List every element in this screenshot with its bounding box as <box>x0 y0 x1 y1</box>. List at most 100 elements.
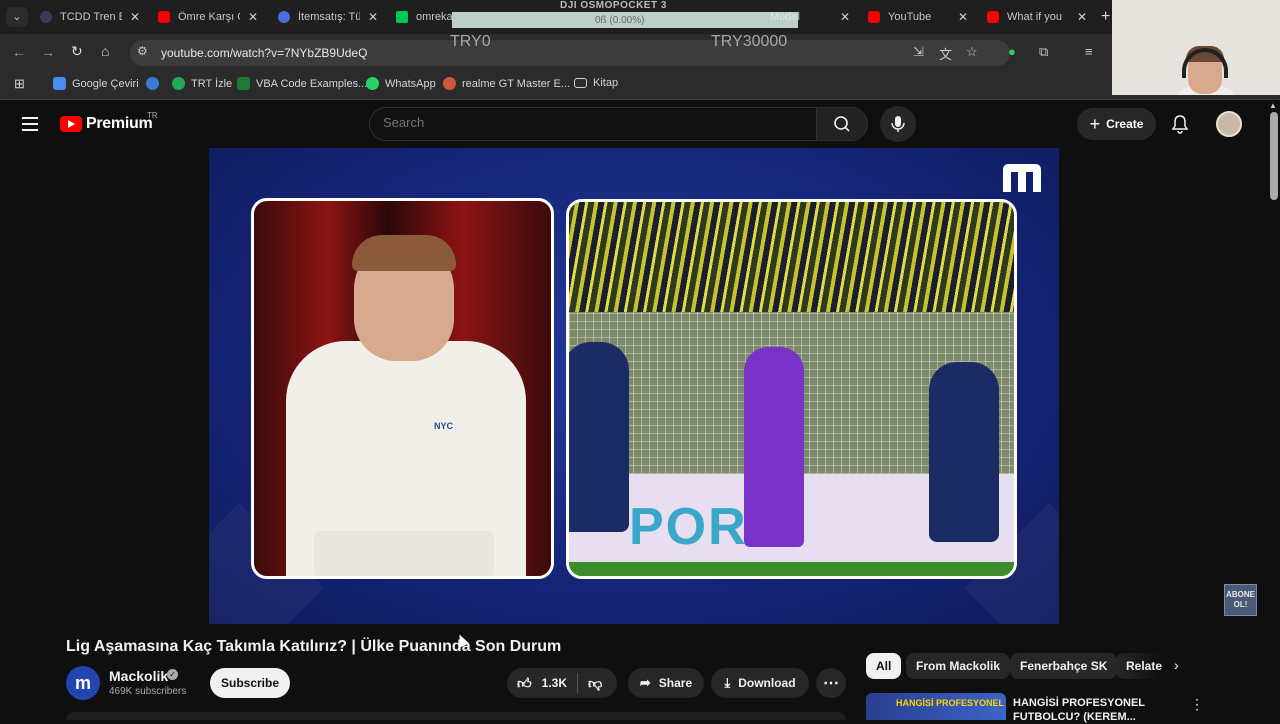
mic-icon <box>891 116 905 132</box>
chip-all[interactable]: All <box>866 653 902 679</box>
footballer-right <box>929 362 999 542</box>
close-icon[interactable]: ✕ <box>1077 10 1087 24</box>
chip-fenerbahce[interactable]: Fenerbahçe SK <box>1010 653 1118 679</box>
site-info-icon[interactable]: ⚙ <box>137 44 148 58</box>
scrollbar-thumb[interactable] <box>1270 112 1278 200</box>
recording-progress-text: 0ß (0.00%) <box>595 15 645 26</box>
install-icon[interactable]: ⇲ <box>913 44 924 60</box>
verified-icon: ✓ <box>167 669 178 680</box>
chip-from-mackolik[interactable]: From Mackolik <box>906 653 1011 679</box>
like-count[interactable]: 1.3K <box>542 676 567 690</box>
link-icon <box>146 77 159 90</box>
tab-omreka[interactable]: omreka <box>396 6 456 28</box>
channel-avatar[interactable]: m <box>66 666 100 700</box>
more-horizontal-icon: ⋯ <box>823 675 839 692</box>
folder-icon <box>574 78 587 88</box>
channel-name[interactable]: Mackolik <box>109 668 168 684</box>
reload-icon[interactable]: ↻ <box>71 43 83 60</box>
menu-icon[interactable] <box>22 117 38 135</box>
bookmark-whatsapp[interactable]: WhatsApp <box>366 77 436 90</box>
youtube-play-icon <box>60 116 82 132</box>
reading-list-icon[interactable]: ≡ <box>1085 44 1093 59</box>
back-icon[interactable]: ← <box>12 44 26 60</box>
create-button[interactable]: + Create <box>1077 108 1156 140</box>
thumbnail-text: HANGİSİ PROFESYONEL <box>896 698 1005 708</box>
bookmark-kitap[interactable]: Kitap <box>574 77 618 89</box>
dislike-icon[interactable]: 👎︎ <box>588 675 602 692</box>
scroll-up-icon[interactable]: ▲ <box>1269 101 1277 110</box>
country-code: TR <box>147 111 158 120</box>
subscribe-overlay-badge[interactable]: ABONE OL! <box>1224 584 1257 616</box>
youtube-logo[interactable]: Premium <box>60 115 153 133</box>
bookmark-link[interactable] <box>146 77 165 90</box>
k-icon <box>396 11 408 23</box>
subscribe-button[interactable]: Subscribe <box>210 668 290 698</box>
shirt-logo: NYC <box>434 421 454 431</box>
close-icon[interactable]: ✕ <box>248 10 258 24</box>
share-icon: ➦ <box>639 675 651 690</box>
host-papers <box>314 531 494 576</box>
close-icon[interactable]: ✕ <box>368 10 378 24</box>
youtube-icon <box>868 11 880 23</box>
bookmark-trt[interactable]: TRT İzle <box>172 77 232 90</box>
like-icon[interactable]: 👍︎ <box>517 675 532 692</box>
translate-icon[interactable]: 文 <box>939 44 952 63</box>
realme-icon <box>443 77 456 90</box>
tab-itemsatis[interactable]: İtemsatış: Tü ✕ <box>278 6 378 28</box>
close-icon[interactable]: ✕ <box>840 10 850 24</box>
recommended-thumbnail[interactable]: HANGİSİ PROFESYONEL <box>866 693 1006 720</box>
more-actions-button[interactable]: ⋯ <box>816 668 846 698</box>
bookmark-vba[interactable]: VBA Code Examples... <box>237 77 367 90</box>
search-input[interactable] <box>383 115 803 130</box>
star-icon[interactable]: ☆ <box>966 44 978 60</box>
bookmark-google-ceviri[interactable]: Google Çeviri <box>53 77 139 90</box>
search-icon <box>834 116 850 132</box>
trt-icon <box>172 77 185 90</box>
account-avatar[interactable] <box>1216 111 1242 137</box>
tab-omre[interactable]: Ömre Karşı C ✕ <box>158 6 258 28</box>
forward-icon[interactable]: → <box>41 44 55 60</box>
close-icon[interactable]: ✕ <box>130 10 140 24</box>
grammarly-icon[interactable]: ● <box>1008 44 1016 59</box>
stadium-crowd <box>569 202 1014 322</box>
more-vertical-icon[interactable]: ⋮ <box>1190 696 1204 713</box>
voice-search-button[interactable] <box>880 106 916 142</box>
share-button[interactable]: ➦ Share <box>628 668 704 698</box>
translate-icon <box>53 77 66 90</box>
url-text[interactable]: youtube.com/watch?v=7NYbZB9UdeQ <box>161 46 367 60</box>
youtube-icon <box>987 11 999 23</box>
vba-icon <box>237 77 250 90</box>
subscriber-count: 469K subscribers <box>109 686 187 697</box>
notifications-icon[interactable] <box>1171 114 1189 134</box>
home-icon[interactable]: ⌂ <box>101 43 109 59</box>
overlay-right-value: TRY30000 <box>711 33 788 50</box>
extensions-icon[interactable]: ⧉ <box>1039 44 1048 60</box>
chevron-right-icon[interactable]: › <box>1174 657 1179 673</box>
mackolik-logo <box>1003 164 1041 192</box>
apps-icon[interactable]: ⊞ <box>14 76 25 92</box>
webcam-overlay <box>1112 0 1280 95</box>
recording-device-label: DJI OSMOPOCKET 3 <box>560 0 667 11</box>
download-button[interactable]: ⤓ Download <box>711 668 809 698</box>
tab-search-button[interactable]: ⌄ <box>6 7 28 27</box>
chip-related[interactable]: Relate <box>1116 653 1162 679</box>
video-title: Lig Aşamasına Kaç Takımla Katılırız? | Ü… <box>66 638 562 655</box>
download-icon: ⤓ <box>724 675 731 690</box>
tab-youtube[interactable]: YouTube ✕ <box>868 6 968 28</box>
new-tab-button[interactable]: + <box>1101 8 1110 26</box>
bookmark-realme[interactable]: realme GT Master E... <box>443 77 570 90</box>
footballer-left <box>569 342 629 532</box>
like-dislike-group: 👍︎ 1.3K 👎︎ <box>507 668 617 698</box>
close-icon[interactable]: ✕ <box>958 10 968 24</box>
description-box[interactable] <box>66 712 846 720</box>
youtube-icon <box>158 11 170 23</box>
tab-tcdd[interactable]: TCDD Tren Bi ✕ <box>40 6 140 28</box>
train-icon <box>40 11 52 23</box>
search-button[interactable] <box>816 107 868 141</box>
pitch-grass <box>569 562 1014 576</box>
plus-icon: + <box>1089 113 1101 134</box>
tab-what-if[interactable]: What if you ✕ <box>987 6 1087 28</box>
itemsatis-icon <box>278 11 290 23</box>
host-hair <box>352 235 456 271</box>
goalkeeper <box>744 347 804 547</box>
